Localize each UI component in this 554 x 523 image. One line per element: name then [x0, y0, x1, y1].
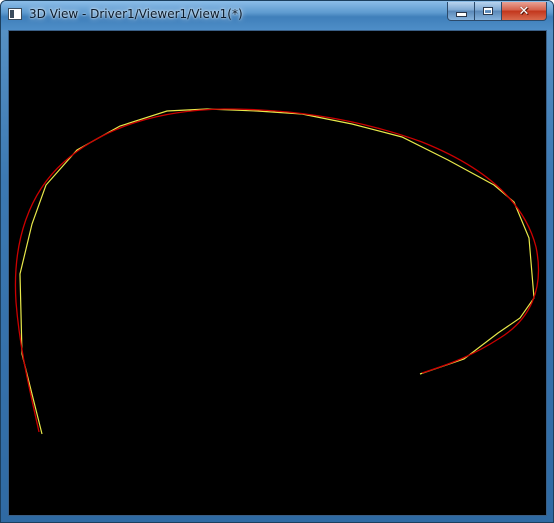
- close-icon: ✕: [518, 3, 530, 19]
- title-bar[interactable]: 3D View - Driver1/Viewer1/View1(*) ✕: [1, 1, 553, 30]
- close-button[interactable]: ✕: [502, 2, 547, 21]
- viewer-window: 3D View - Driver1/Viewer1/View1(*) ✕: [0, 0, 554, 523]
- maximize-icon: [483, 7, 493, 15]
- 3d-viewport[interactable]: [8, 30, 547, 516]
- window-app-icon[interactable]: [8, 8, 22, 20]
- viewport-canvas[interactable]: [9, 31, 546, 515]
- minimize-button[interactable]: [447, 2, 475, 21]
- fitted-curve: [14, 108, 540, 433]
- window-title: 3D View - Driver1/Viewer1/View1(*): [29, 7, 243, 21]
- maximize-button[interactable]: [475, 2, 502, 21]
- minimize-icon: [455, 11, 467, 17]
